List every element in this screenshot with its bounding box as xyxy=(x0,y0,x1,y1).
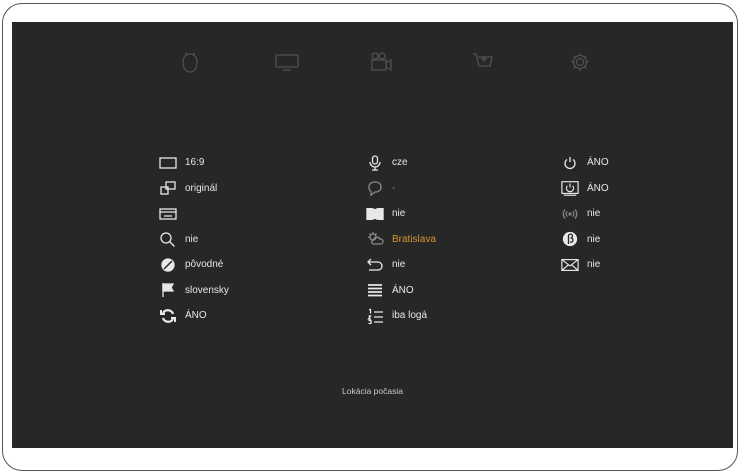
shopping-cart-icon xyxy=(471,51,495,78)
top-navigation xyxy=(12,50,733,80)
setting-row[interactable]: nie xyxy=(561,252,609,278)
column-right: ÁNO ÁNO nie nie nie xyxy=(561,150,609,278)
setting-value: pôvodné xyxy=(185,259,224,271)
setting-row[interactable]: ÁNO xyxy=(159,303,229,329)
nav-shop[interactable] xyxy=(468,50,498,78)
setting-value: cze xyxy=(392,157,408,169)
setting-row[interactable]: pôvodné xyxy=(159,252,229,278)
setting-row[interactable]: ÁNO xyxy=(561,176,609,202)
setting-row[interactable]: nie xyxy=(366,201,436,227)
microphone-icon xyxy=(366,155,384,171)
power-box-icon xyxy=(561,180,579,197)
setting-row[interactable]: Bratislava xyxy=(366,227,436,253)
setting-row[interactable]: nie xyxy=(561,201,609,227)
return-arrow-icon xyxy=(366,257,384,273)
setting-value: ÁNO xyxy=(392,284,414,296)
setting-value: ÁNO xyxy=(185,310,207,322)
list-icon xyxy=(366,282,384,298)
column-middle: cze - nie Bratislava nie ÁNO iba logá xyxy=(366,150,436,329)
subtitle-box-icon xyxy=(159,206,177,222)
power-icon xyxy=(561,155,579,171)
setting-row[interactable]: nie xyxy=(561,227,609,253)
setting-row[interactable]: ÁNO xyxy=(366,278,436,304)
settings-screen: 16:9 originál nie pôvodné slovensky ÁNO … xyxy=(12,22,733,448)
tv-icon xyxy=(274,52,300,77)
setting-row[interactable]: 16:9 xyxy=(159,150,229,176)
zoom-icon xyxy=(159,231,177,248)
weather-icon xyxy=(366,231,384,247)
setting-row[interactable]: originál xyxy=(159,176,229,202)
video-camera-icon xyxy=(369,51,395,78)
nav-remote[interactable] xyxy=(175,50,205,78)
setting-value: nie xyxy=(587,259,601,271)
setting-row[interactable]: - xyxy=(366,176,436,202)
setting-value: 16:9 xyxy=(185,157,205,169)
beta-icon xyxy=(561,231,579,247)
setting-value: nie xyxy=(587,208,601,220)
setting-row[interactable]: iba logá xyxy=(366,303,436,329)
setting-value: nie xyxy=(185,233,199,245)
setting-row[interactable]: slovensky xyxy=(159,278,229,304)
setting-value: ÁNO xyxy=(587,182,609,194)
flag-icon xyxy=(159,282,177,298)
aspect-ratio-icon xyxy=(159,155,177,171)
setting-value: ÁNO xyxy=(587,157,609,169)
setting-value: iba logá xyxy=(392,310,428,322)
setting-value: slovensky xyxy=(185,284,229,296)
picture-format-icon xyxy=(159,180,177,196)
column-left: 16:9 originál nie pôvodné slovensky ÁNO xyxy=(159,150,229,329)
setting-value: nie xyxy=(587,233,601,245)
setting-value: nie xyxy=(392,259,406,271)
remote-control-icon xyxy=(180,50,200,79)
speech-bubble-icon xyxy=(366,180,384,197)
setting-row[interactable]: ÁNO xyxy=(561,150,609,176)
gear-icon xyxy=(569,51,591,78)
dolby-icon xyxy=(366,206,384,222)
setting-row[interactable]: nie xyxy=(366,252,436,278)
color-contrast-icon xyxy=(159,257,177,273)
setting-row[interactable]: nie xyxy=(159,227,229,253)
setting-row[interactable]: cze xyxy=(366,150,436,176)
setting-row[interactable] xyxy=(159,201,229,227)
refresh-icon xyxy=(159,308,177,324)
nav-tv[interactable] xyxy=(272,50,302,78)
nav-settings[interactable] xyxy=(565,50,595,78)
wireless-icon xyxy=(561,206,579,222)
setting-value: originál xyxy=(185,182,218,194)
status-hint: Lokácia počasia xyxy=(342,386,403,396)
setting-value: - xyxy=(392,182,396,194)
nav-camera[interactable] xyxy=(367,50,397,78)
envelope-icon xyxy=(561,257,579,273)
setting-value: Bratislava xyxy=(392,233,436,245)
setting-value: nie xyxy=(392,208,406,220)
numbered-list-icon xyxy=(366,308,384,324)
